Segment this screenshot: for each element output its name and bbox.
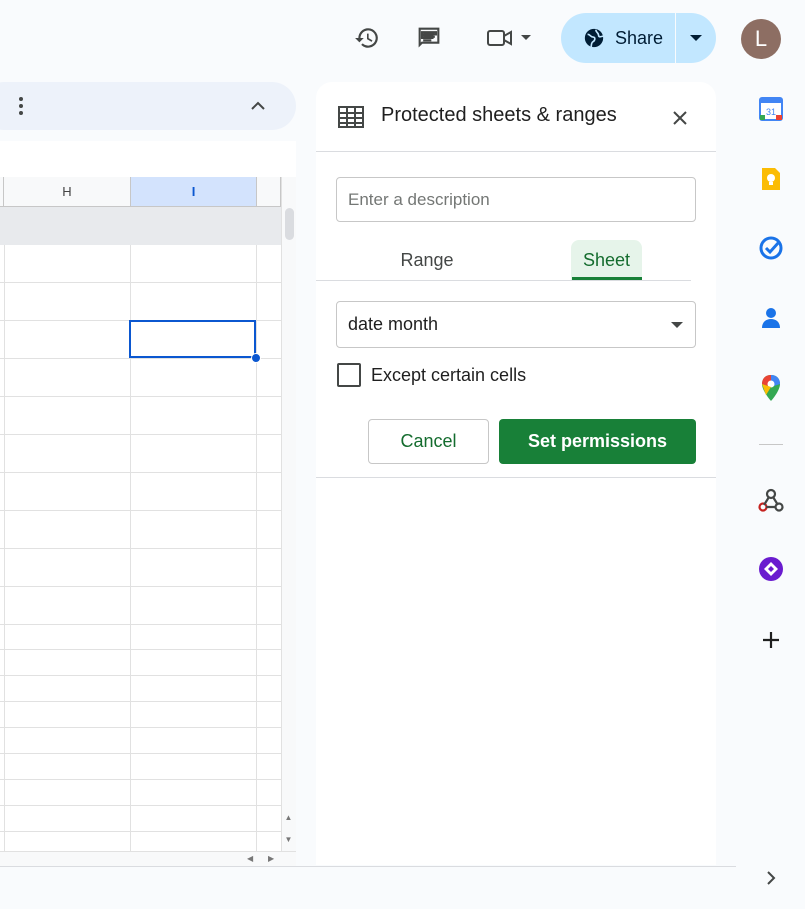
caret-down-icon — [690, 34, 702, 41]
add-icon[interactable] — [757, 626, 785, 654]
protected-ranges-panel: Protected sheets & ranges Range Sheet da… — [316, 82, 716, 865]
set-permissions-button[interactable]: Set permissions — [499, 419, 696, 464]
column-header-h[interactable]: H — [4, 177, 131, 207]
share-label: Share — [615, 27, 664, 48]
panel-title: Protected sheets & ranges — [381, 104, 617, 126]
sheet-select[interactable]: date month — [336, 301, 696, 348]
meet-video-icon[interactable] — [480, 20, 536, 56]
keep-icon[interactable] — [757, 165, 785, 193]
spreadsheet-grid[interactable]: H I ▲ ▼ ◀ ▶ — [0, 141, 296, 867]
globe-icon — [584, 28, 604, 48]
tab-sheet[interactable]: Sheet — [571, 240, 642, 280]
frozen-row — [0, 207, 281, 245]
header-divider — [316, 151, 716, 152]
maps-icon[interactable] — [757, 374, 785, 402]
scroll-right-arrow[interactable]: ▶ — [268, 854, 274, 863]
vertical-scrollbar[interactable] — [281, 177, 296, 851]
bottom-bar — [0, 866, 736, 867]
contacts-icon[interactable] — [757, 304, 785, 332]
svg-text:31: 31 — [766, 107, 776, 117]
more-options-icon[interactable] — [14, 95, 28, 117]
cancel-button[interactable]: Cancel — [368, 419, 489, 464]
caret-down-icon — [671, 322, 683, 328]
share-dropdown-button[interactable] — [676, 13, 716, 63]
scrollbar-thumb[interactable] — [285, 208, 294, 240]
collapse-toolbar-icon[interactable] — [250, 97, 272, 117]
avatar[interactable]: L — [741, 19, 781, 59]
share-button[interactable]: Share — [561, 13, 675, 63]
column-header-j[interactable] — [257, 177, 281, 207]
tabs-divider — [316, 280, 691, 281]
rail-divider — [759, 444, 783, 445]
tasks-icon[interactable] — [757, 234, 785, 262]
calendar-icon[interactable]: 31 — [757, 95, 785, 123]
selected-cell[interactable] — [129, 320, 256, 358]
except-cells-label[interactable]: Except certain cells — [371, 365, 526, 386]
except-cells-checkbox[interactable] — [337, 363, 361, 387]
column-header-i[interactable]: I — [131, 177, 257, 207]
actions-divider — [316, 477, 716, 478]
tab-range[interactable]: Range — [383, 240, 471, 280]
purple-addon-icon[interactable] — [757, 555, 785, 583]
horizontal-scrollbar[interactable]: ◀ ▶ — [0, 851, 296, 867]
scroll-up-arrow[interactable]: ▲ — [282, 813, 295, 827]
sheet-select-value: date month — [348, 314, 439, 334]
scroll-left-arrow[interactable]: ◀ — [247, 854, 253, 863]
scroll-down-arrow[interactable]: ▼ — [282, 835, 295, 849]
version-history-icon[interactable] — [349, 20, 385, 56]
close-icon[interactable] — [668, 106, 692, 130]
fill-handle[interactable] — [251, 353, 261, 363]
description-input[interactable] — [336, 177, 696, 222]
comments-icon[interactable] — [411, 20, 447, 56]
expand-panel-icon[interactable] — [757, 864, 785, 892]
webhook-addon-icon[interactable] — [757, 486, 785, 514]
table-grid-icon — [338, 106, 364, 133]
